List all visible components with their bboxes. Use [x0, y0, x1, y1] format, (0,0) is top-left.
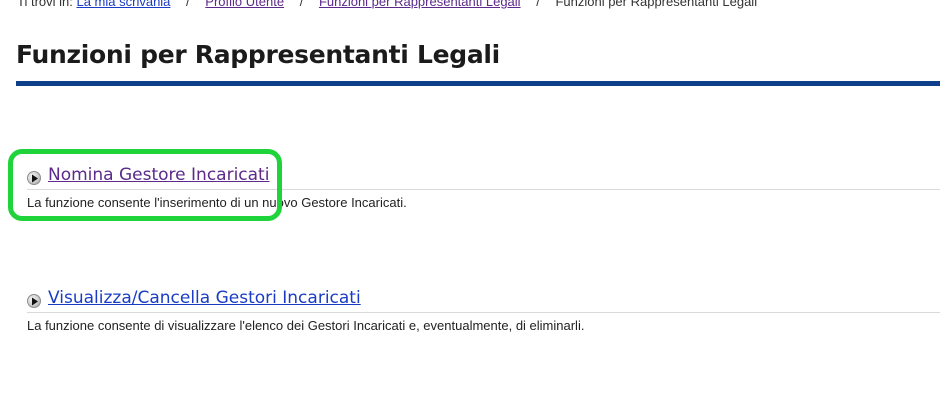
breadcrumb: Ti trovi in: La mia scrivania / Profilo … — [17, 0, 757, 10]
function-description: La funzione consente di visualizzare l'e… — [27, 318, 585, 333]
breadcrumb-separator: / — [186, 0, 190, 9]
breadcrumb-separator: / — [536, 0, 540, 9]
nomina-gestore-link[interactable]: Nomina Gestore Incaricati — [48, 163, 269, 187]
breadcrumb-current: Funzioni per Rappresentanti Legali — [555, 0, 758, 9]
breadcrumb-link-scrivania[interactable]: La mia scrivania — [76, 0, 170, 9]
breadcrumb-link-funzioni[interactable]: Funzioni per Rappresentanti Legali — [319, 0, 521, 9]
visualizza-cancella-link[interactable]: Visualizza/Cancella Gestori Incaricati — [48, 286, 361, 310]
function-header: Visualizza/Cancella Gestori Incaricati — [27, 284, 940, 313]
function-header: Nomina Gestore Incaricati — [27, 161, 940, 190]
function-nomina-gestore: Nomina Gestore Incaricati La funzione co… — [27, 161, 940, 211]
breadcrumb-link-profilo-utente[interactable]: Profilo Utente — [205, 0, 284, 9]
play-icon — [27, 294, 41, 308]
breadcrumb-separator: / — [299, 0, 304, 9]
play-icon — [27, 171, 41, 185]
function-description: La funzione consente l'inserimento di un… — [27, 195, 407, 210]
title-divider — [16, 81, 940, 86]
function-visualizza-cancella: Visualizza/Cancella Gestori Incaricati L… — [27, 284, 940, 334]
breadcrumb-prefix: Ti trovi in: — [17, 0, 73, 9]
page-title: Funzioni per Rappresentanti Legali — [16, 40, 500, 69]
